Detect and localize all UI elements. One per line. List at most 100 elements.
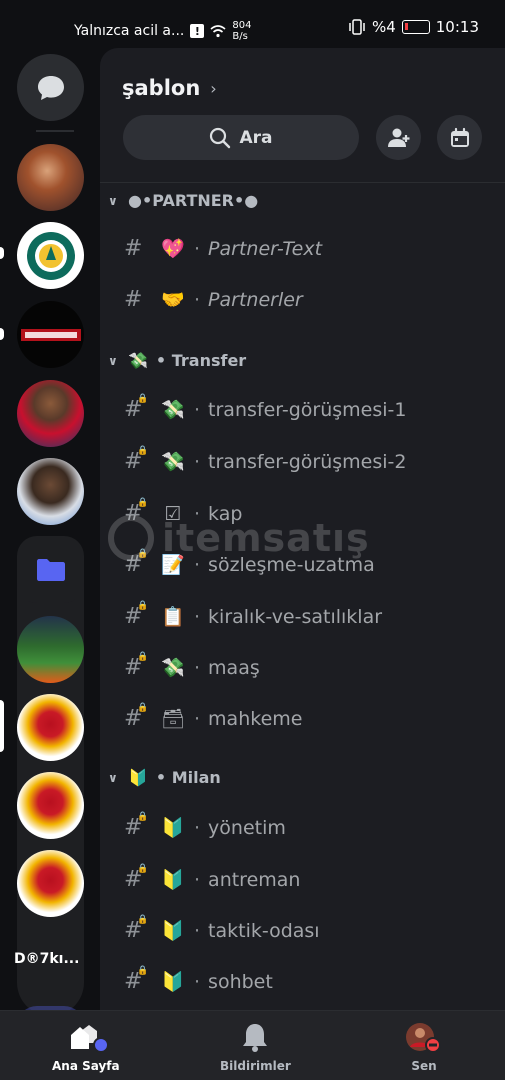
calendar-icon xyxy=(450,127,469,147)
server-icon-9[interactable] xyxy=(17,850,84,917)
bell-icon xyxy=(243,1024,268,1052)
channel-emoji: 💖 xyxy=(161,238,185,260)
direct-messages-button[interactable] xyxy=(17,54,84,121)
channel-emoji: 🤝 xyxy=(161,289,185,311)
server-icon-2[interactable] xyxy=(17,222,84,289)
status-left: Yalnızca acil a... ! 804 B/s xyxy=(74,20,251,42)
status-right: %4 10:13 xyxy=(348,18,479,36)
server-icon-6[interactable] xyxy=(17,616,84,683)
category-milan[interactable]: ∨ 🔰 • Milan xyxy=(108,768,221,787)
channel-item[interactable]: # 🔒 📝 · sözleşme-uzatma xyxy=(124,549,375,577)
channel-item[interactable]: # 🔒 📋 · kiralık-ve-satılıklar xyxy=(124,601,383,629)
status-bar: Yalnızca acil a... ! 804 B/s %4 10:13 xyxy=(0,0,505,48)
chevron-right-icon: › xyxy=(210,78,217,98)
invite-member-button[interactable] xyxy=(376,115,421,160)
channel-emoji: 💸 xyxy=(161,399,185,421)
channel-item[interactable]: # 🔒 🔰 · yönetim xyxy=(124,812,286,840)
events-button[interactable] xyxy=(437,115,482,160)
channel-name: maaş xyxy=(208,656,260,679)
search-bar[interactable]: Ara xyxy=(123,115,359,160)
channel-emoji: 🔰 xyxy=(161,817,185,839)
channel-item[interactable]: # 🔒 🔰 · antreman xyxy=(124,864,300,892)
channel-name: Partnerler xyxy=(208,288,303,311)
channel-item[interactable]: # 🔒 💸 · maaş xyxy=(124,652,260,680)
chevron-down-icon: ∨ xyxy=(108,353,118,368)
channel-emoji: 💸 xyxy=(161,451,185,473)
channel-name: mahkeme xyxy=(208,707,303,730)
server-icon-8[interactable] xyxy=(17,772,84,839)
channel-item[interactable]: # 🔒 🔰 · sohbet xyxy=(124,966,273,994)
channel-name: yönetim xyxy=(208,816,286,839)
locked-channel-icon: # 🔒 xyxy=(124,394,149,422)
channel-item[interactable]: # 🔒 ☑ · kap xyxy=(124,498,243,526)
selected-indicator xyxy=(0,700,4,752)
channel-emoji: 🔰 xyxy=(161,869,185,891)
rail-separator xyxy=(36,130,74,132)
nav-notifications[interactable]: Bildirimler xyxy=(220,1021,291,1073)
server-icon-5[interactable] xyxy=(17,458,84,525)
channel-name: transfer-görüşmesi-1 xyxy=(208,398,407,421)
category-label: • Transfer xyxy=(155,351,247,370)
locked-channel-icon: # 🔒 xyxy=(124,703,149,731)
locked-channel-icon: # 🔒 xyxy=(124,601,149,629)
nav-notifications-label: Bildirimler xyxy=(220,1059,291,1073)
channel-name: kiralık-ve-satılıklar xyxy=(208,605,383,628)
channel-item[interactable]: # 🔒 💸 · transfer-görüşmesi-1 xyxy=(124,394,407,422)
server-name-label[interactable]: D®7kı... xyxy=(14,951,94,967)
clock: 10:13 xyxy=(435,18,479,36)
channel-name: transfer-görüşmesi-2 xyxy=(208,450,407,473)
category-label: • Milan xyxy=(155,768,221,787)
channel-item[interactable]: # 🔒 💸 · transfer-görüşmesi-2 xyxy=(124,446,407,474)
channel-panel: şablon › Ara ∨ ●•PARTNER•● # 💖 · Partner… xyxy=(100,48,505,1010)
channel-emoji: 🔰 xyxy=(161,971,185,993)
locked-channel-icon: # 🔒 xyxy=(124,812,149,840)
server-title[interactable]: şablon › xyxy=(122,76,217,100)
carrier-text: Yalnızca acil a... xyxy=(74,23,185,39)
category-emoji: 🔰 xyxy=(128,768,148,787)
home-servers-icon xyxy=(70,1025,109,1053)
nav-profile-label: Sen xyxy=(411,1059,437,1073)
server-icon-7[interactable] xyxy=(17,694,84,761)
text-channel-icon: # xyxy=(124,287,143,312)
server-icon-4[interactable] xyxy=(17,380,84,447)
add-user-icon xyxy=(387,128,409,147)
channel-item[interactable]: # 🤝 · Partnerler xyxy=(124,287,303,312)
search-placeholder: Ara xyxy=(239,127,273,148)
nav-profile[interactable]: Sen xyxy=(404,1021,444,1073)
locked-channel-icon: # 🔒 xyxy=(124,915,149,943)
server-icon-1[interactable] xyxy=(17,144,84,211)
header-divider xyxy=(100,182,505,183)
alert-icon: ! xyxy=(190,24,205,38)
avatar xyxy=(406,1023,441,1053)
server-name: şablon xyxy=(122,76,201,100)
bottom-navigation: Ana Sayfa Bildirimler Sen xyxy=(0,1010,505,1080)
channel-name: sözleşme-uzatma xyxy=(208,553,375,576)
locked-channel-icon: # 🔒 xyxy=(124,549,149,577)
category-partner[interactable]: ∨ ●•PARTNER•● xyxy=(108,191,258,210)
server-icon-3[interactable] xyxy=(17,301,84,368)
vibrate-icon xyxy=(349,19,365,35)
search-icon xyxy=(210,127,231,148)
category-transfer[interactable]: ∨ 💸 • Transfer xyxy=(108,351,246,370)
nav-home[interactable]: Ana Sayfa xyxy=(52,1021,120,1073)
channel-item[interactable]: # 🔒 🗃 · mahkeme xyxy=(124,703,303,731)
channel-name: taktik-odası xyxy=(208,919,320,942)
chevron-down-icon: ∨ xyxy=(108,193,118,208)
anka-ligi-logo-icon xyxy=(20,328,81,341)
channel-name: kap xyxy=(208,502,243,525)
folder-button[interactable] xyxy=(17,536,84,603)
network-speed: 804 B/s xyxy=(232,20,252,42)
server-rail: D®7kı... xyxy=(0,48,100,1036)
channel-item[interactable]: # 💖 · Partner-Text xyxy=(124,236,322,261)
locked-channel-icon: # 🔒 xyxy=(124,652,149,680)
channel-item[interactable]: # 🔒 🔰 · taktik-odası xyxy=(124,915,320,943)
locked-channel-icon: # 🔒 xyxy=(124,966,149,994)
unread-indicator xyxy=(0,328,4,340)
channel-name: sohbet xyxy=(208,970,273,993)
channel-emoji: ☑ xyxy=(164,502,182,525)
category-emoji: 💸 xyxy=(128,351,148,370)
channel-emoji: 📋 xyxy=(161,606,185,628)
locked-channel-icon: # 🔒 xyxy=(124,446,149,474)
folder-icon xyxy=(36,558,65,581)
channel-emoji: 🔰 xyxy=(161,920,185,942)
